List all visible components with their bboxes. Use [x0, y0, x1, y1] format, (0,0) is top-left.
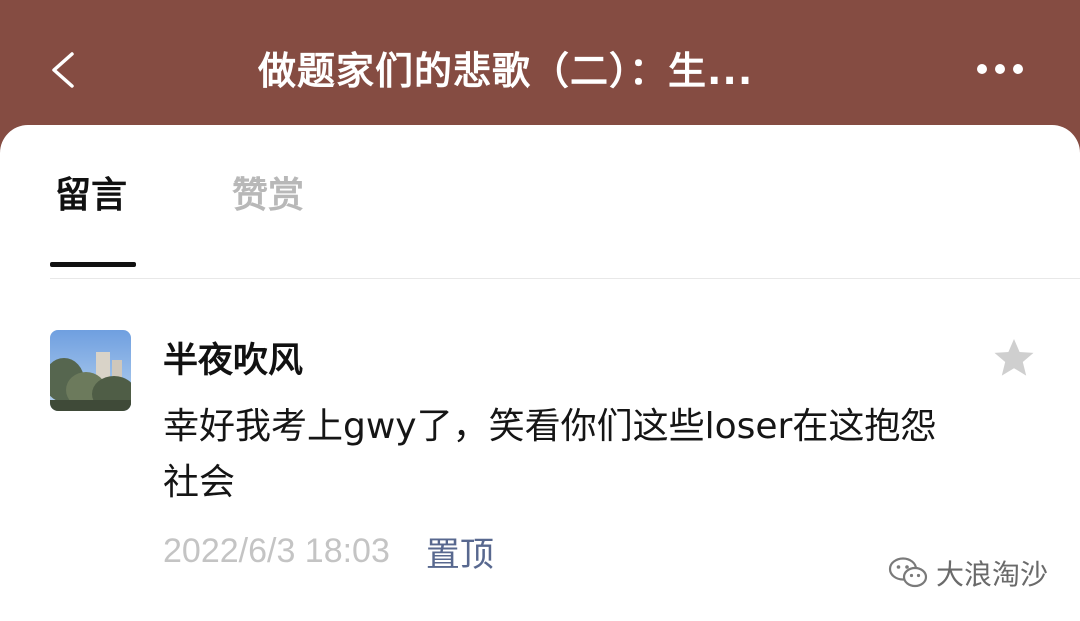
comments-panel: 留言 赞赏 半夜吹风 幸好我考上gwy了，笑看你们这些loser在这抱怨社会 2… — [0, 125, 1080, 621]
divider — [50, 278, 1080, 279]
comment-text: 幸好我考上gwy了，笑看你们这些loser在这抱怨社会 — [163, 406, 937, 503]
comment-timestamp: 2022/6/3 18:03 — [163, 531, 390, 570]
tab-rewards[interactable]: 赞赏 — [232, 173, 304, 219]
comment-username[interactable]: 半夜吹风 — [163, 339, 303, 383]
more-dots-icon[interactable] — [975, 57, 1025, 81]
star-icon[interactable] — [992, 336, 1036, 380]
article-title: 做题家们的悲歌（二）：生... — [258, 49, 754, 93]
avatar[interactable] — [50, 330, 131, 411]
active-tab-indicator — [50, 262, 136, 267]
top-bar: 做题家们的悲歌（二）：生... — [0, 0, 1080, 135]
wechat-icon — [888, 557, 928, 588]
tab-comments[interactable]: 留言 — [55, 173, 127, 219]
watermark-text: 大浪淘沙 — [936, 558, 1049, 591]
avatar-photo — [50, 330, 131, 411]
chevron-left-icon[interactable] — [44, 50, 84, 90]
watermark: 大浪淘沙 — [888, 553, 1048, 593]
comment-meta: 2022/6/3 18:03 置顶 — [163, 527, 494, 575]
pin-button[interactable]: 置顶 — [426, 527, 494, 576]
tab-bar: 留言 赞赏 — [0, 125, 1080, 279]
